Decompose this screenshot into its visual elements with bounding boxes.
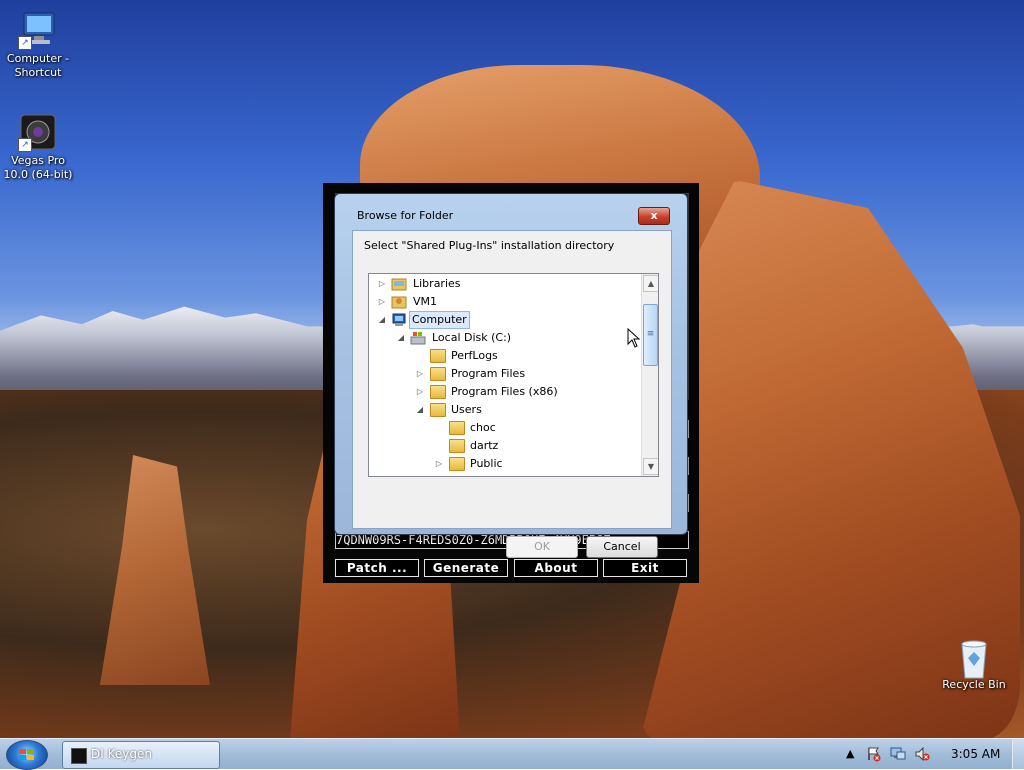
action-center-flag-icon[interactable] [866,746,882,762]
tree-item-label: Computer [409,311,470,329]
patch-button[interactable]: Patch ... [335,559,419,577]
start-button[interactable] [6,740,48,770]
tree-item-label: Public [470,457,503,470]
expand-icon[interactable]: ▷ [377,275,387,293]
exit-button[interactable]: Exit [603,559,687,577]
tree-scrollbar[interactable]: ▲ ≡ ▼ [641,274,658,476]
vegas-pro-icon: ↗ [18,112,58,152]
tree-item-perflogs[interactable]: PerfLogs [369,347,641,365]
collapse-icon[interactable]: ◢ [396,329,406,347]
tree-item-libraries[interactable]: ▷ Libraries [369,275,641,293]
expand-icon[interactable]: ▷ [377,293,387,311]
folder-tree[interactable]: ▷ Libraries ▷ VM1 ◢ Computer ◢ Local Dis… [368,273,659,477]
folder-icon [449,439,465,453]
desktop-icon-label: Computer - [6,52,70,65]
tree-item-program-files[interactable]: ▷ Program Files [369,365,641,383]
tree-item-label: Libraries [413,277,461,290]
about-button[interactable]: About [514,559,598,577]
dialog-title: Browse for Folder [357,209,454,222]
folder-icon [430,367,446,381]
shortcut-arrow-icon: ↗ [18,36,32,50]
dialog-client-area: Select "Shared Plug-Ins" installation di… [352,230,672,558]
tree-item-local-disk[interactable]: ◢ Local Disk (C:) [369,329,641,347]
tree-item-vm1[interactable]: ▷ VM1 [369,293,641,311]
dialog-description: Select "Shared Plug-Ins" installation di… [364,239,615,252]
generate-button[interactable]: Generate [424,559,508,577]
collapse-icon[interactable]: ◢ [377,311,387,329]
cancel-button[interactable]: Cancel [586,536,658,558]
close-icon: x [650,209,658,222]
keygen-app-icon [71,748,87,764]
libraries-icon [391,277,407,291]
shortcut-arrow-icon: ↗ [18,138,32,152]
show-desktop-button[interactable] [1012,739,1024,769]
tree-item-dartz[interactable]: dartz [369,437,641,455]
computer-icon: ↗ [18,10,58,50]
tree-item-label: Local Disk (C:) [432,331,512,344]
volume-muted-icon[interactable] [914,746,930,762]
ok-button[interactable]: OK [506,536,578,558]
system-clock[interactable]: 3:05 AM [951,747,1000,761]
tree-item-label: choc [470,421,496,434]
desktop-icon-computer-shortcut[interactable]: ↗ Computer - Shortcut [0,10,76,80]
expand-icon[interactable]: ▷ [434,455,444,473]
show-hidden-icons-icon[interactable]: ▲ [846,747,854,760]
user-icon [391,295,407,309]
desktop-icon-label: Shortcut [14,66,62,79]
windows-logo-icon [19,749,34,760]
drive-icon [410,331,426,345]
scrollbar-thumb[interactable]: ≡ [643,304,658,366]
scroll-down-icon[interactable]: ▼ [643,458,658,475]
tree-item-program-files-x86[interactable]: ▷ Program Files (x86) [369,383,641,401]
network-icon[interactable] [890,746,906,762]
mouse-cursor-icon [627,328,641,348]
taskbar-item-keygen[interactable]: DI Keygen [62,741,220,769]
desktop-icon-label: 10.0 (64-bit) [3,168,73,181]
tree-item-computer[interactable]: ◢ Computer [369,311,641,329]
taskbar-item-label: DI Keygen [91,747,152,761]
folder-icon [449,421,465,435]
tree-item-users[interactable]: ◢ Users [369,401,641,419]
collapse-icon[interactable]: ◢ [415,401,425,419]
scroll-up-icon[interactable]: ▲ [643,275,658,292]
expand-icon[interactable]: ▷ [415,365,425,383]
expand-icon[interactable]: ▷ [415,383,425,401]
tree-item-label: Program Files (x86) [451,385,558,398]
tree-item-public[interactable]: ▷ Public [369,455,641,473]
tree-item-label: Users [451,403,482,416]
desktop-icon-vegas-pro[interactable]: ↗ Vegas Pro 10.0 (64-bit) [0,112,76,182]
desktop-icon-label: Vegas Pro [11,154,65,167]
computer-icon [391,313,407,327]
tree-item-label: Program Files [451,367,526,380]
desktop-icon-label: Recycle Bin [942,678,1006,691]
browse-for-folder-dialog[interactable]: Browse for Folder x Select "Shared Plug-… [334,193,688,558]
tree-item-label: dartz [470,439,499,452]
recycle-bin-icon [954,636,994,679]
folder-icon [430,403,446,417]
folder-icon [430,385,446,399]
close-button[interactable]: x [638,207,670,225]
taskbar: DI Keygen ▲ 3:05 AM [0,738,1024,770]
tree-item-label: PerfLogs [451,349,498,362]
desktop-icon-recycle-bin[interactable]: Recycle Bin [936,636,1012,692]
tree-item-choc[interactable]: choc [369,419,641,437]
tree-item-label: VM1 [413,295,438,308]
folder-icon [430,349,446,363]
folder-icon [449,457,465,471]
